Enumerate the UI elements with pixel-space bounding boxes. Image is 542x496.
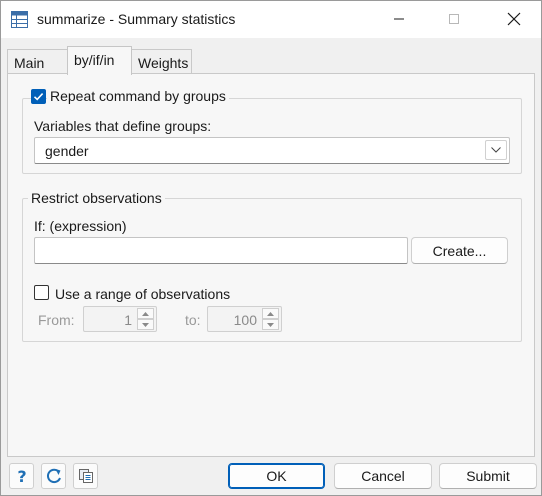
tab-strip: Main by/if/in Weights [1,38,541,75]
from-spinner[interactable]: 1 [83,306,157,332]
to-value: 100 [233,312,257,328]
tab-weights[interactable]: Weights [131,49,192,75]
to-spin-up[interactable] [262,308,279,319]
group-variables-dropdown-button[interactable] [485,140,507,160]
svg-text:?: ? [17,468,26,484]
create-button[interactable]: Create... [411,237,508,264]
tab-main[interactable]: Main [7,49,68,75]
caret-down-icon [142,322,149,327]
tab-by-if-in[interactable]: by/if/in [67,46,132,75]
cancel-button[interactable]: Cancel [334,463,432,489]
to-spinner-arrows [262,308,279,330]
from-spinner-arrows [137,308,154,330]
copy-icon [78,469,93,483]
minimize-icon [394,18,404,20]
checkmark-icon [33,93,44,101]
to-spin-down[interactable] [262,319,279,330]
use-range-label: Use a range of observations [55,286,231,302]
reset-button[interactable] [41,463,66,489]
restrict-observations-title: Restrict observations [28,190,165,206]
if-expression-input[interactable] [34,237,408,264]
to-spinner[interactable]: 100 [207,306,282,332]
tab-panel-by-if-in: Repeat command by groups Variables that … [7,73,535,457]
from-label: From: [38,312,75,328]
caret-up-icon [142,311,149,316]
caret-down-icon [267,322,274,327]
from-value: 1 [124,312,132,328]
from-spin-up[interactable] [137,308,154,319]
if-expression-label: If: (expression) [34,218,127,234]
from-spin-down[interactable] [137,319,154,330]
ok-button[interactable]: OK [228,463,325,489]
maximize-icon [449,14,459,24]
close-button[interactable] [491,1,537,37]
repeat-by-groups-checkbox[interactable] [31,89,46,104]
maximize-button[interactable] [431,1,477,37]
window-title: summarize - Summary statistics [37,11,236,27]
copy-command-button[interactable] [73,463,98,489]
chevron-down-icon [491,147,501,153]
use-range-checkbox[interactable] [34,285,49,300]
submit-button[interactable]: Submit [439,463,537,489]
to-label: to: [185,312,201,328]
group-variables-value: gender [45,143,89,159]
caret-up-icon [267,311,274,316]
help-button[interactable]: ? [9,463,34,489]
reset-icon [46,468,61,484]
variables-define-groups-label: Variables that define groups: [34,118,212,134]
title-bar[interactable]: summarize - Summary statistics [1,1,541,38]
dialog-window: summarize - Summary statistics Main by/i… [0,0,542,496]
group-variables-combobox[interactable]: gender [34,137,510,164]
close-icon [507,12,521,26]
help-icon: ? [17,468,26,484]
repeat-by-groups-label: Repeat command by groups [47,88,229,104]
app-table-icon [11,11,28,28]
minimize-button[interactable] [376,1,422,37]
